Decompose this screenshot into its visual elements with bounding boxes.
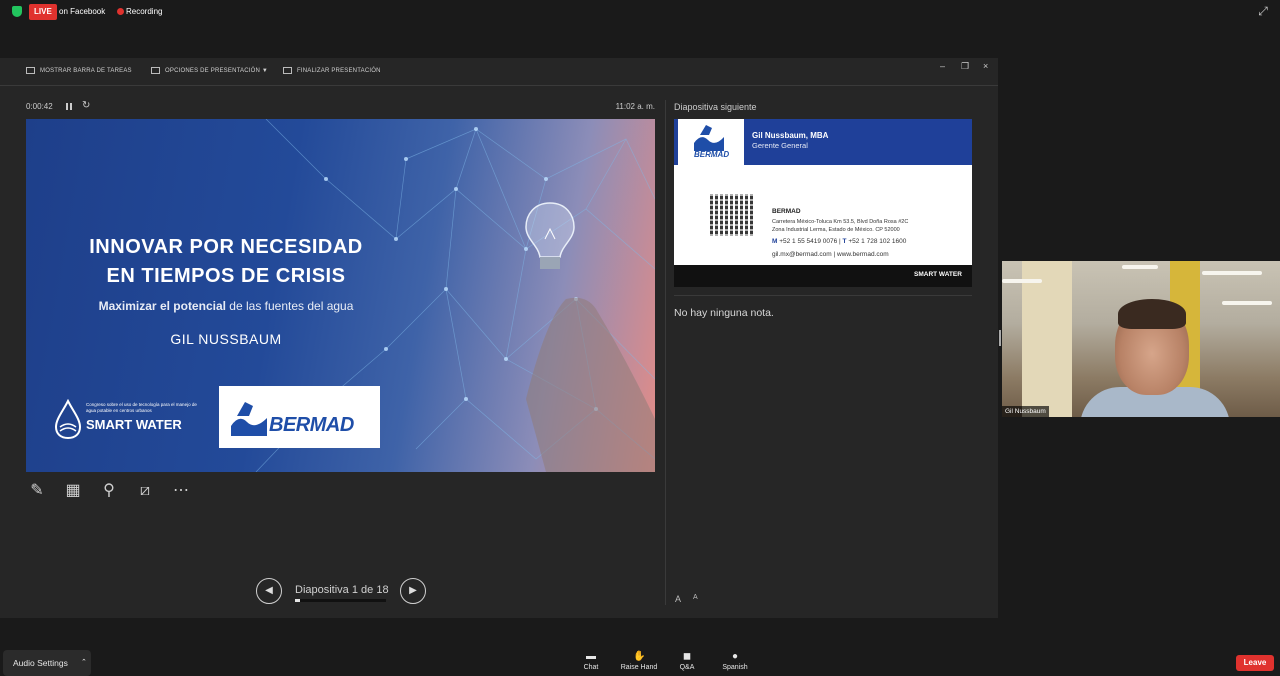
end-presentation-label: FINALIZAR PRESENTACIÓN bbox=[297, 67, 381, 74]
bermad-logo: BERMAD bbox=[219, 386, 380, 448]
raise-hand-button[interactable]: ✋ Raise Hand bbox=[615, 651, 663, 672]
ceiling-light bbox=[1122, 265, 1158, 269]
next-slide-preview[interactable]: BERMAD Gil Nussbaum, MBA Gerente General… bbox=[674, 119, 972, 287]
raise-hand-icon: ✋ bbox=[633, 651, 646, 662]
reset-timer-icon[interactable]: ↻ bbox=[82, 100, 90, 111]
end-presentation-icon bbox=[283, 67, 292, 74]
shield-icon[interactable] bbox=[12, 6, 22, 17]
meeting-top-bar: LIVE on Facebook Recording ⤢ bbox=[0, 0, 1280, 24]
slide-title-line-1: INNOVAR POR NECESIDAD bbox=[89, 236, 363, 258]
presenter-view: MOSTRAR BARRA DE TAREAS OPCIONES DE PRES… bbox=[0, 58, 998, 618]
increase-font-button[interactable]: A bbox=[693, 594, 698, 604]
pen-icon[interactable]: ✎ bbox=[26, 480, 48, 502]
chevron-up-icon[interactable]: ⌃ bbox=[81, 650, 87, 676]
current-time: 11:02 a. m. bbox=[615, 102, 655, 111]
presentation-options-button[interactable]: OPCIONES DE PRESENTACIÓN ▼ bbox=[151, 67, 268, 74]
audio-settings-button[interactable]: Audio Settings ⌃ bbox=[3, 650, 91, 676]
qr-code-overlay bbox=[710, 194, 754, 236]
participant-hair bbox=[1118, 299, 1186, 329]
presentation-options-label: OPCIONES DE PRESENTACIÓN ▼ bbox=[165, 67, 269, 74]
recording-dot-icon bbox=[117, 8, 124, 15]
qa-icon: ◼ bbox=[682, 651, 692, 662]
light-bulb-icon bbox=[525, 202, 575, 269]
all-slides-icon[interactable]: ▦ bbox=[62, 480, 84, 502]
show-taskbar-button[interactable]: MOSTRAR BARRA DE TAREAS bbox=[26, 67, 132, 74]
next-slide-logo: BERMAD bbox=[678, 119, 744, 165]
bermad-wave-icon bbox=[694, 125, 724, 151]
notes-divider[interactable] bbox=[674, 295, 972, 296]
next-slide-footer-brand: SMART WATER bbox=[914, 271, 962, 278]
recording-label: Recording bbox=[126, 7, 163, 16]
slide-subtitle-rest: de las fuentes del agua bbox=[225, 299, 354, 313]
slide-progress-fill bbox=[295, 599, 301, 602]
slide-subtitle: Maximizar el potencial de las fuentes de… bbox=[56, 299, 396, 313]
ceiling-light bbox=[1202, 271, 1262, 275]
smart-water-logo-text: SMART WATER bbox=[86, 417, 182, 432]
congress-text: Congreso sobre el uso de tecnología para… bbox=[86, 402, 197, 413]
decrease-font-button[interactable]: A bbox=[675, 594, 681, 604]
minimize-icon[interactable]: – bbox=[940, 61, 945, 71]
globe-icon: ● bbox=[731, 651, 739, 662]
slide-counter: Diapositiva 1 de 18 bbox=[295, 584, 389, 596]
pause-icon[interactable] bbox=[66, 103, 72, 110]
previous-slide-button[interactable]: ◀ bbox=[256, 578, 282, 604]
presenter-toolbar: MOSTRAR BARRA DE TAREAS OPCIONES DE PRES… bbox=[0, 58, 998, 86]
participant-video[interactable] bbox=[1002, 261, 1280, 417]
panel-divider[interactable] bbox=[665, 100, 666, 605]
next-slide-name: Gil Nussbaum, MBA bbox=[752, 131, 829, 140]
speaker-notes[interactable]: No hay ninguna nota. bbox=[674, 307, 774, 319]
video-resize-handle[interactable] bbox=[999, 330, 1001, 346]
bermad-logo-text: BERMAD bbox=[269, 414, 354, 436]
ceiling-light bbox=[1222, 301, 1272, 305]
chat-icon: ▬ bbox=[586, 651, 596, 662]
next-slide-address-2: Zona Industrial Lerma, Estado de México.… bbox=[772, 227, 900, 233]
next-slide-phones: M +52 1 55 5419 0076 | T +52 1 728 102 1… bbox=[772, 238, 906, 245]
warehouse-pillar bbox=[1022, 261, 1072, 417]
smart-water-drop-icon bbox=[54, 399, 82, 439]
chat-button[interactable]: ▬ Chat bbox=[567, 651, 615, 672]
qa-button[interactable]: ◼ Q&A bbox=[663, 651, 711, 672]
fullscreen-icon[interactable]: ⤢ bbox=[1256, 4, 1270, 18]
black-screen-icon[interactable]: ⧄ bbox=[134, 480, 156, 502]
phone-m-value: +52 1 55 5419 0076 | bbox=[777, 238, 843, 245]
slide-progress-bar bbox=[295, 599, 386, 602]
notes-font-controls: A A bbox=[675, 594, 698, 604]
bermad-wave-icon bbox=[231, 402, 267, 436]
stream-target: on Facebook bbox=[59, 7, 106, 16]
next-slide-role: Gerente General bbox=[752, 141, 808, 150]
more-options-icon[interactable]: ⋯ bbox=[170, 480, 192, 502]
leave-button[interactable]: Leave bbox=[1236, 655, 1274, 671]
qa-label: Q&A bbox=[679, 664, 695, 671]
close-icon[interactable]: × bbox=[983, 61, 988, 71]
next-slide-company: BERMAD bbox=[772, 208, 801, 215]
slide-tools: ✎ ▦ ⚲ ⧄ ⋯ bbox=[26, 480, 192, 502]
next-slide-logo-text: BERMAD bbox=[694, 150, 730, 159]
next-slide-contacts: gil.mx@bermad.com | www.bermad.com bbox=[772, 251, 889, 258]
elapsed-timer: 0:00:42 bbox=[26, 102, 53, 111]
language-button[interactable]: ● Spanish bbox=[711, 651, 759, 672]
show-taskbar-label: MOSTRAR BARRA DE TAREAS bbox=[40, 67, 132, 74]
next-slide-header: Diapositiva siguiente bbox=[674, 102, 757, 112]
next-slide-banner: BERMAD Gil Nussbaum, MBA Gerente General bbox=[674, 119, 972, 165]
taskbar-icon bbox=[26, 67, 35, 74]
current-slide[interactable]: INNOVAR POR NECESIDAD EN TIEMPOS DE CRIS… bbox=[26, 119, 655, 472]
zoom-icon[interactable]: ⚲ bbox=[98, 480, 120, 502]
next-slide-button[interactable]: ▶ bbox=[400, 578, 426, 604]
participant-name-tag: Gil Nussbaum bbox=[1002, 406, 1049, 417]
restore-icon[interactable]: ❐ bbox=[961, 61, 969, 72]
options-icon bbox=[151, 67, 160, 74]
slide-title: INNOVAR POR NECESIDAD EN TIEMPOS DE CRIS… bbox=[56, 233, 396, 291]
language-label: Spanish bbox=[722, 664, 748, 671]
slide-speaker: GIL NUSSBAUM bbox=[170, 331, 282, 347]
next-slide-address-1: Carretera México-Toluca Km 53.5, Blvd Do… bbox=[772, 219, 909, 225]
phone-t-value: +52 1 728 102 1600 bbox=[846, 238, 907, 245]
slide-subtitle-bold: Maximizar el potencial bbox=[98, 299, 226, 313]
raise-hand-label: Raise Hand bbox=[620, 664, 658, 671]
slide-title-line-2: EN TIEMPOS DE CRISIS bbox=[106, 265, 346, 287]
chat-label: Chat bbox=[583, 664, 599, 671]
ceiling-light bbox=[1002, 279, 1042, 283]
end-presentation-button[interactable]: FINALIZAR PRESENTACIÓN bbox=[283, 67, 381, 74]
audio-settings-label: Audio Settings bbox=[13, 658, 68, 668]
live-badge[interactable]: LIVE bbox=[29, 4, 57, 20]
